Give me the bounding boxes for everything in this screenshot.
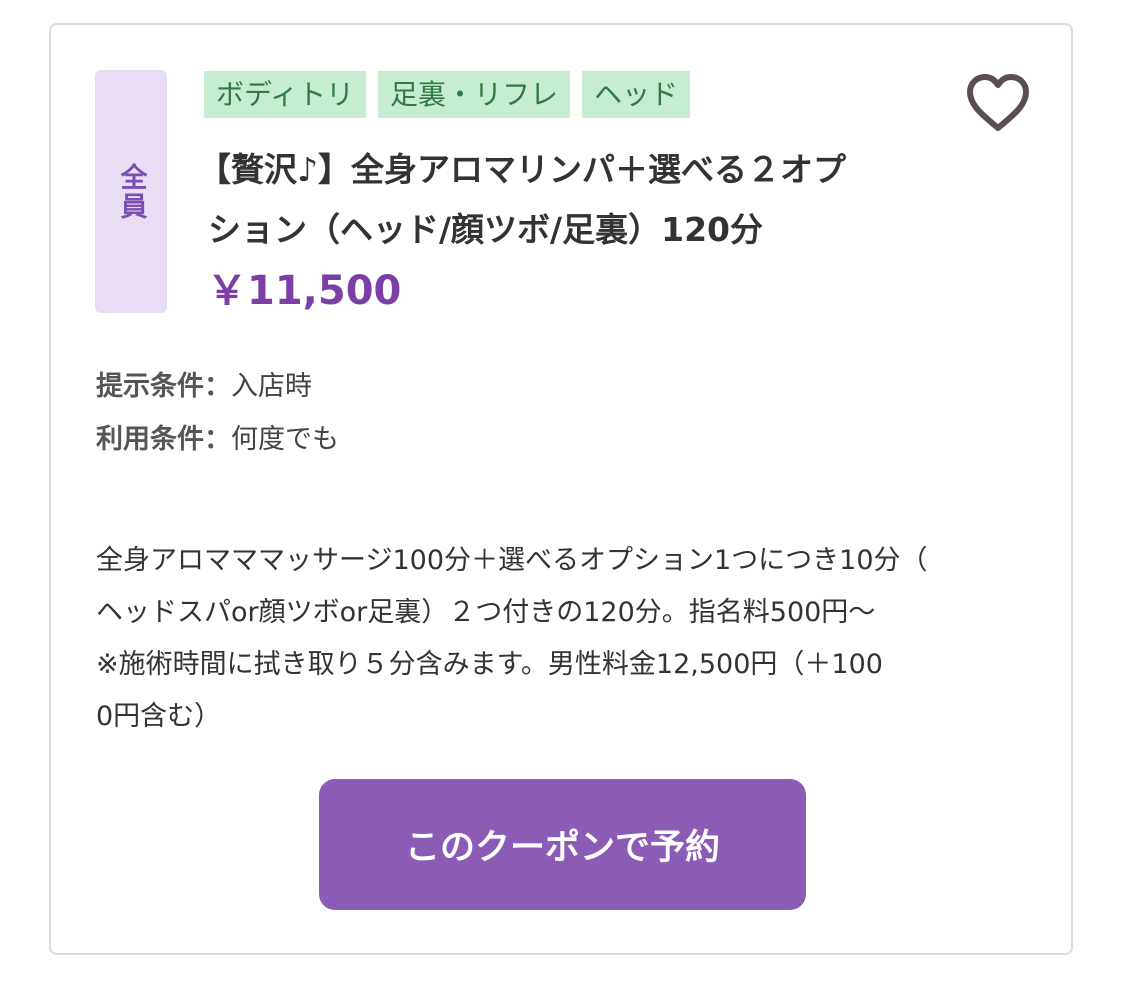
present-condition-label: 提示条件： bbox=[96, 371, 231, 402]
coupon-title: 【贅沢♪】全身アロマリンパ＋選べる２オプ ション（ヘッド/顔ツボ/足裏）120分 bbox=[198, 140, 918, 260]
target-badge-label: 全員 bbox=[115, 162, 147, 221]
usage-condition: 利用条件：何度でも bbox=[96, 417, 339, 456]
tag-list: ボディトリ 足裏・リフレ ヘッド bbox=[204, 71, 691, 118]
tag-head: ヘッド bbox=[582, 71, 691, 118]
present-condition-value: 入店時 bbox=[231, 371, 312, 402]
target-badge: 全員 bbox=[95, 70, 167, 313]
favorite-button[interactable] bbox=[964, 72, 1032, 134]
coupon-title-line: 【贅沢♪】全身アロマリンパ＋選べる２オプ bbox=[198, 150, 847, 189]
tag-body: ボディトリ bbox=[204, 71, 367, 118]
description-line: 全身アロマママッサージ100分＋選べるオプション1つにつき10分（ bbox=[96, 545, 928, 576]
usage-condition-value: 何度でも bbox=[231, 424, 339, 455]
description-line: ※施術時間に拭き取り５分含みます。男性料金12,500円（＋100 bbox=[96, 649, 883, 680]
usage-condition-label: 利用条件： bbox=[96, 424, 231, 455]
coupon-title-line: ション（ヘッド/顔ツボ/足裏）120分 bbox=[208, 210, 763, 249]
present-condition: 提示条件：入店時 bbox=[96, 364, 312, 403]
description-line: 0円含む） bbox=[96, 701, 222, 732]
book-with-coupon-button[interactable]: このクーポンで予約 bbox=[319, 779, 806, 910]
tag-foot: 足裏・リフレ bbox=[378, 71, 571, 118]
coupon-price: ￥11,500 bbox=[207, 268, 402, 314]
description-line: ヘッドスパor顔ツボor足裏）２つ付きの120分。指名料500円〜 bbox=[96, 597, 876, 628]
coupon-description: 全身アロマママッサージ100分＋選べるオプション1つにつき10分（ ヘッドスパo… bbox=[96, 535, 1036, 743]
heart-outline-icon bbox=[967, 74, 1029, 131]
